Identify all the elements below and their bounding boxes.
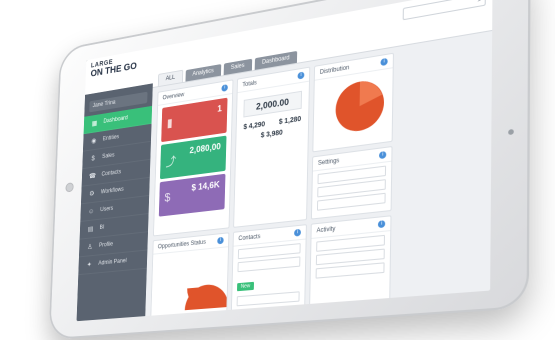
sidebar-item-label: Sales [102,152,115,160]
totals-left: $ 4,290 [243,121,266,132]
contact-field[interactable] [236,291,300,307]
admin-icon: ✦ [86,261,92,269]
activity-panel: Activity i [309,215,392,309]
dashboard-icon: ▦ [91,120,98,128]
stat-value: $ 14,6K [191,179,220,193]
opportunities-panel: Opportunities Status i [150,232,230,322]
donut-slice-main [184,282,229,322]
activity-row[interactable] [315,262,385,279]
totals-title: Totals [242,79,257,88]
sidebar-item-label: Entities [102,134,120,143]
pie-title: Distribution [319,64,350,76]
workflows-icon: ⚙ [89,190,95,198]
sidebar-item-label: BI [99,224,105,231]
info-icon[interactable]: i [297,71,305,80]
user-name: Jane Trina [92,99,116,110]
users-icon: ☺ [88,207,95,216]
info-icon[interactable]: i [377,220,386,229]
opportunities-title: Opportunities Status [157,239,206,250]
chart-icon: ⤴ [165,154,177,170]
stat-value: 2,080,00 [189,141,221,156]
info-icon[interactable]: i [380,57,388,67]
sidebar-item-label: Workflows [100,186,124,196]
donut-chart [184,282,229,322]
info-icon[interactable]: i [294,228,301,237]
stat-card-purple[interactable]: $ $ 14,6K [158,173,226,217]
sidebar: LARGE ON THE GO Jane Trina ▦ Dashboard ◉ En… [76,47,155,322]
sidebar-item-label: Admin Panel [98,258,127,267]
dollar-icon: $ [164,190,171,205]
entities-icon: ◉ [91,137,97,145]
stat-value: 1 [217,103,222,114]
activity-title: Activity [316,225,336,234]
stat-card-green[interactable]: ⤴ 2,080,00 [159,135,227,180]
pie-panel: Distribution i [312,52,394,153]
stats-panel: Overview i ▮ 1 ⤴ 2,080,00 $ $ 14,6K [152,79,234,237]
contacts-panel: Contacts i New [230,224,307,314]
sidebar-item-label: Dashboard [103,115,128,125]
contacts-icon: ☎ [88,172,97,181]
stats-title: Overview [162,91,185,101]
totals-panel: Totals i 2,000.00 $ 4,290 $ 1,280 $ 3,98… [233,66,311,228]
stat-card-red[interactable]: ▮ 1 [161,97,228,143]
contacts-title: Contacts [238,233,261,242]
search-icon: ⌕ [478,0,482,4]
contact-field[interactable] [237,256,301,273]
totals-title-row: Totals i [237,67,310,94]
sidebar-item-label: Profile [98,241,114,249]
info-icon[interactable]: i [378,150,387,160]
sales-icon: $ [91,154,95,162]
tablet-device: LARGE ON THE GO Jane Trina ▦ Dashboard ◉ En… [48,0,531,340]
bi-icon: ▤ [87,226,94,234]
profile-icon: ♙ [87,243,93,251]
totals-right: $ 1,280 [278,115,302,127]
form-title: Settings [317,157,340,167]
sidebar-item-label: Users [100,205,114,214]
form-panel: Settings i [310,145,393,220]
sidebar-item-label: Contacts [101,169,122,178]
pie-chart [335,77,385,135]
info-icon[interactable]: i [217,236,224,245]
new-contact-button[interactable]: New [236,281,255,292]
sidebar-nav: ▦ Dashboard ◉ Entities $ Sales ☎ Contacts ⚙ Workf… [78,105,153,276]
alert-icon: ▮ [166,115,173,130]
info-icon[interactable]: i [221,84,228,92]
